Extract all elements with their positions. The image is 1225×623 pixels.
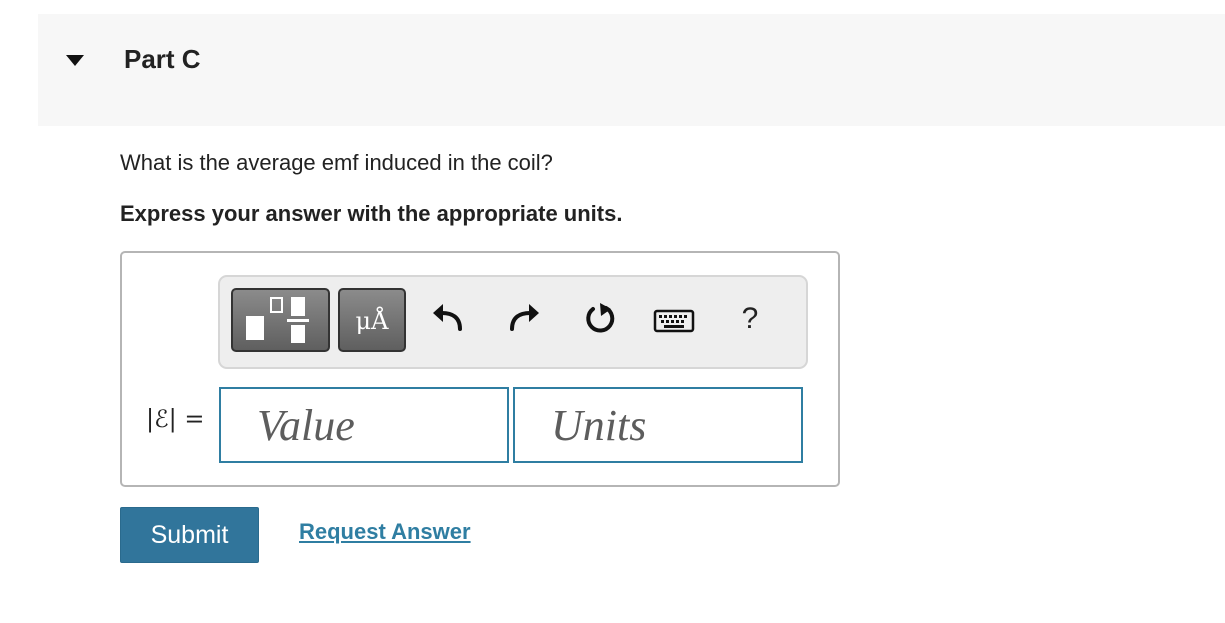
units-button-label: μÅ: [355, 307, 389, 335]
units-input[interactable]: [513, 387, 803, 463]
math-toolbar: μÅ ?: [218, 275, 808, 369]
reset-icon[interactable]: [580, 299, 620, 339]
keyboard-icon[interactable]: [652, 299, 696, 339]
instruction-text: Express your answer with the appropriate…: [120, 201, 623, 226]
help-icon[interactable]: ?: [730, 299, 770, 339]
part-title: Part C: [124, 44, 201, 74]
undo-icon[interactable]: [428, 299, 468, 339]
templates-button[interactable]: [231, 288, 330, 352]
part-header: Part C: [38, 14, 1225, 126]
question-text: What is the average emf induced in the c…: [120, 150, 553, 175]
answer-box: μÅ ? |ℰ| = Value Units: [120, 251, 840, 487]
request-answer-link[interactable]: Request Answer: [299, 519, 471, 545]
page: Part C What is the average emf induced i…: [0, 0, 1225, 623]
fraction-template-icon: [246, 297, 309, 343]
emf-variable-label: |ℰ| =: [146, 405, 205, 433]
redo-icon[interactable]: [504, 299, 544, 339]
units-button[interactable]: μÅ: [338, 288, 406, 352]
submit-button[interactable]: Submit: [120, 507, 259, 563]
collapse-caret-icon[interactable]: [66, 55, 84, 66]
value-input[interactable]: [219, 387, 509, 463]
